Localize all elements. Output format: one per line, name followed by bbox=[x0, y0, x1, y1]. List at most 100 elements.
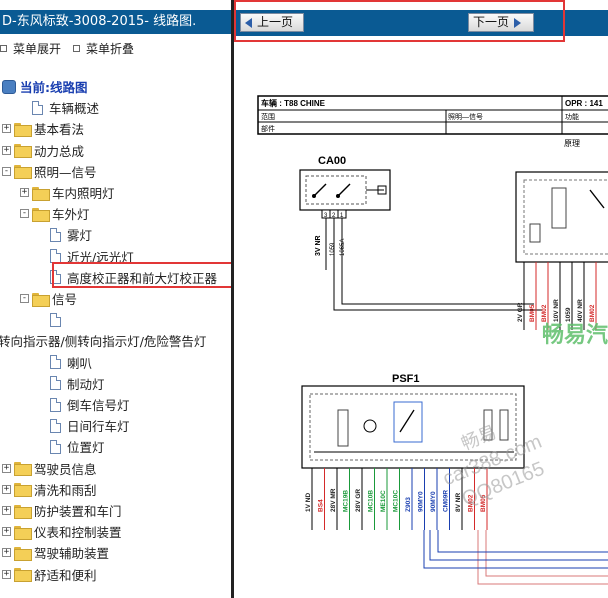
bsm-wire-group: 2V GR BM05 BM02 10V NR 1059 40V NR BM02 bbox=[517, 262, 597, 330]
tree-item[interactable]: + 舒适和便利 bbox=[2, 564, 97, 585]
expand-node-icon[interactable]: + bbox=[2, 548, 11, 558]
folder-icon bbox=[32, 207, 50, 222]
tree-item[interactable]: + 基本看法 bbox=[2, 118, 84, 139]
expand-node-icon[interactable]: + bbox=[2, 145, 11, 155]
wiring-diagram-svg: 车辆 : T88 CHINE OPR : 141 范围 照明—信号 功能 部件 … bbox=[257, 95, 608, 585]
tree-item[interactable]: + 车内照明灯 bbox=[20, 182, 115, 203]
tree-item-label: 清洗和雨刮 bbox=[34, 482, 97, 498]
wire-label: Z903 bbox=[405, 497, 412, 512]
header-parts: 部件 bbox=[261, 124, 275, 133]
document-icon bbox=[50, 418, 61, 433]
expand-node-icon[interactable]: + bbox=[2, 527, 11, 537]
tree-item-label: 倒车信号灯 bbox=[67, 398, 130, 413]
wire-label: MC19B bbox=[343, 490, 350, 512]
folder-icon bbox=[14, 504, 32, 519]
tree-item[interactable]: - 信号 bbox=[20, 288, 77, 309]
tree-item[interactable]: 车辆概述 bbox=[32, 97, 99, 118]
folder-icon bbox=[14, 546, 32, 561]
expand-node-icon[interactable]: + bbox=[2, 484, 11, 494]
tree-item-label: 当前:线路图 bbox=[20, 80, 88, 95]
expand-icon bbox=[0, 44, 7, 52]
wire-label: 40V NR bbox=[577, 299, 584, 322]
tree-item-label: 喇叭 bbox=[67, 355, 93, 371]
wire-label: 10V NR bbox=[553, 299, 560, 322]
tree-item[interactable]: + 驾驶辅助装置 bbox=[2, 542, 109, 563]
wire-label: 90MY0 bbox=[418, 491, 425, 512]
watermark-brand: 畅易汽 bbox=[542, 322, 608, 347]
tree-item[interactable]: + 驾驶员信息 bbox=[2, 458, 97, 479]
document-icon bbox=[50, 249, 61, 264]
folder-icon bbox=[32, 292, 50, 307]
expand-node-icon[interactable]: + bbox=[2, 569, 11, 579]
wire-label: BM02 bbox=[541, 304, 548, 322]
tree-item[interactable]: 位置灯 bbox=[50, 436, 105, 457]
document-icon bbox=[50, 376, 61, 391]
header-signal: 照明—信号 bbox=[448, 112, 483, 121]
folder-icon bbox=[32, 186, 50, 201]
tree-item[interactable]: 雾灯 bbox=[50, 224, 92, 245]
tree-item[interactable]: 日间行车灯 bbox=[50, 415, 130, 436]
folder-icon bbox=[14, 165, 32, 180]
collapse-node-icon[interactable]: - bbox=[20, 209, 29, 219]
wire-label: BS4 bbox=[318, 499, 325, 512]
tree-item[interactable]: 喇叭 bbox=[50, 352, 92, 373]
tree-item[interactable]: - 照明—信号 bbox=[2, 161, 97, 182]
folder-icon bbox=[14, 525, 32, 540]
diagram-pane: 上一页 下一页 车辆 : T88 CHINE OPR : 141 范围 照明—信… bbox=[234, 0, 608, 598]
ca00-wire-mid: 1059 bbox=[330, 242, 336, 256]
expand-node-icon[interactable]: + bbox=[2, 506, 11, 515]
expand-menu-label: 菜单展开 bbox=[13, 41, 62, 56]
tree-item[interactable]: + 清洗和雨刮 bbox=[2, 479, 97, 500]
tree-item-label: 信号 bbox=[52, 292, 78, 307]
wire-label: 28V GR bbox=[355, 489, 362, 512]
tree-item-label: 日间行车灯 bbox=[67, 419, 130, 435]
tree-item-label: 驾驶辅助装置 bbox=[34, 546, 110, 562]
expand-node-icon[interactable]: + bbox=[2, 124, 11, 134]
menu-toolbar: 菜单展开 菜单折叠 bbox=[0, 38, 146, 58]
wire-label: MC10B bbox=[368, 490, 375, 512]
tree-item-label: 舒适和便利 bbox=[34, 567, 97, 583]
collapse-node-icon[interactable]: - bbox=[2, 166, 11, 176]
tree-item[interactable]: 转向指示器/侧转向指示灯/危险警告灯 bbox=[0, 330, 206, 351]
tree-item[interactable]: + 仪表和控制装置 bbox=[2, 521, 122, 542]
tree-item-label: 车外灯 bbox=[52, 207, 90, 223]
ca00-label: CA00 bbox=[318, 155, 346, 167]
wire-label: MC10C bbox=[393, 490, 400, 512]
tree-item-label: 驾驶员信息 bbox=[34, 461, 97, 477]
document-title: D-东风标致-3008-2015- 线路图. bbox=[0, 10, 233, 34]
ca00-wires bbox=[325, 218, 542, 311]
collapse-menu-button[interactable]: 菜单折叠 bbox=[73, 40, 134, 57]
expand-node-icon[interactable]: + bbox=[20, 188, 29, 197]
folder-icon bbox=[14, 483, 32, 498]
wiring-diagram: 车辆 : T88 CHINE OPR : 141 范围 照明—信号 功能 部件 … bbox=[234, 60, 608, 598]
ca00-wire-right: 1065A bbox=[340, 239, 346, 256]
tree-item[interactable]: + 动力总成 bbox=[2, 140, 84, 161]
tree-pane: D-东风标致-3008-2015- 线路图. 菜单展开 菜单折叠 当前:线路图车… bbox=[0, 0, 233, 598]
tree-item-label: 动力总成 bbox=[34, 143, 85, 159]
expand-menu-button[interactable]: 菜单展开 bbox=[0, 40, 61, 57]
ca00-pin-row: 3 2 1 bbox=[321, 209, 347, 219]
tree-item[interactable]: 倒车信号灯 bbox=[50, 394, 130, 415]
tree-item[interactable]: - 车外灯 bbox=[20, 203, 90, 224]
header-scope: 范围 bbox=[261, 112, 275, 121]
document-icon bbox=[32, 100, 43, 115]
expand-node-icon[interactable]: + bbox=[2, 463, 11, 473]
ca00-component bbox=[299, 169, 391, 211]
tree-item[interactable]: 当前:线路图 bbox=[2, 76, 88, 97]
tree-item[interactable]: 制动灯 bbox=[50, 373, 105, 394]
header-opr: OPR : 141 bbox=[565, 99, 603, 108]
collapse-node-icon[interactable]: - bbox=[20, 294, 29, 303]
wire-label: BM02 bbox=[589, 304, 596, 322]
ca00-wire-left: 3V NR bbox=[315, 235, 322, 256]
tree-item[interactable] bbox=[50, 309, 67, 330]
tree-item-label: 车辆概述 bbox=[49, 101, 100, 117]
tree-item[interactable]: + 防护装置和车门 bbox=[2, 500, 122, 521]
wire-label: CM09R bbox=[443, 490, 450, 512]
tree-item-label: 位置灯 bbox=[67, 440, 105, 456]
tree-item-label: 照明—信号 bbox=[34, 164, 97, 180]
folder-icon bbox=[14, 144, 32, 159]
psf1-label: PSF1 bbox=[392, 373, 420, 385]
tree-item-label: 防护装置和车门 bbox=[34, 504, 122, 519]
wire-label: ME10C bbox=[380, 490, 387, 512]
document-icon bbox=[50, 312, 61, 327]
